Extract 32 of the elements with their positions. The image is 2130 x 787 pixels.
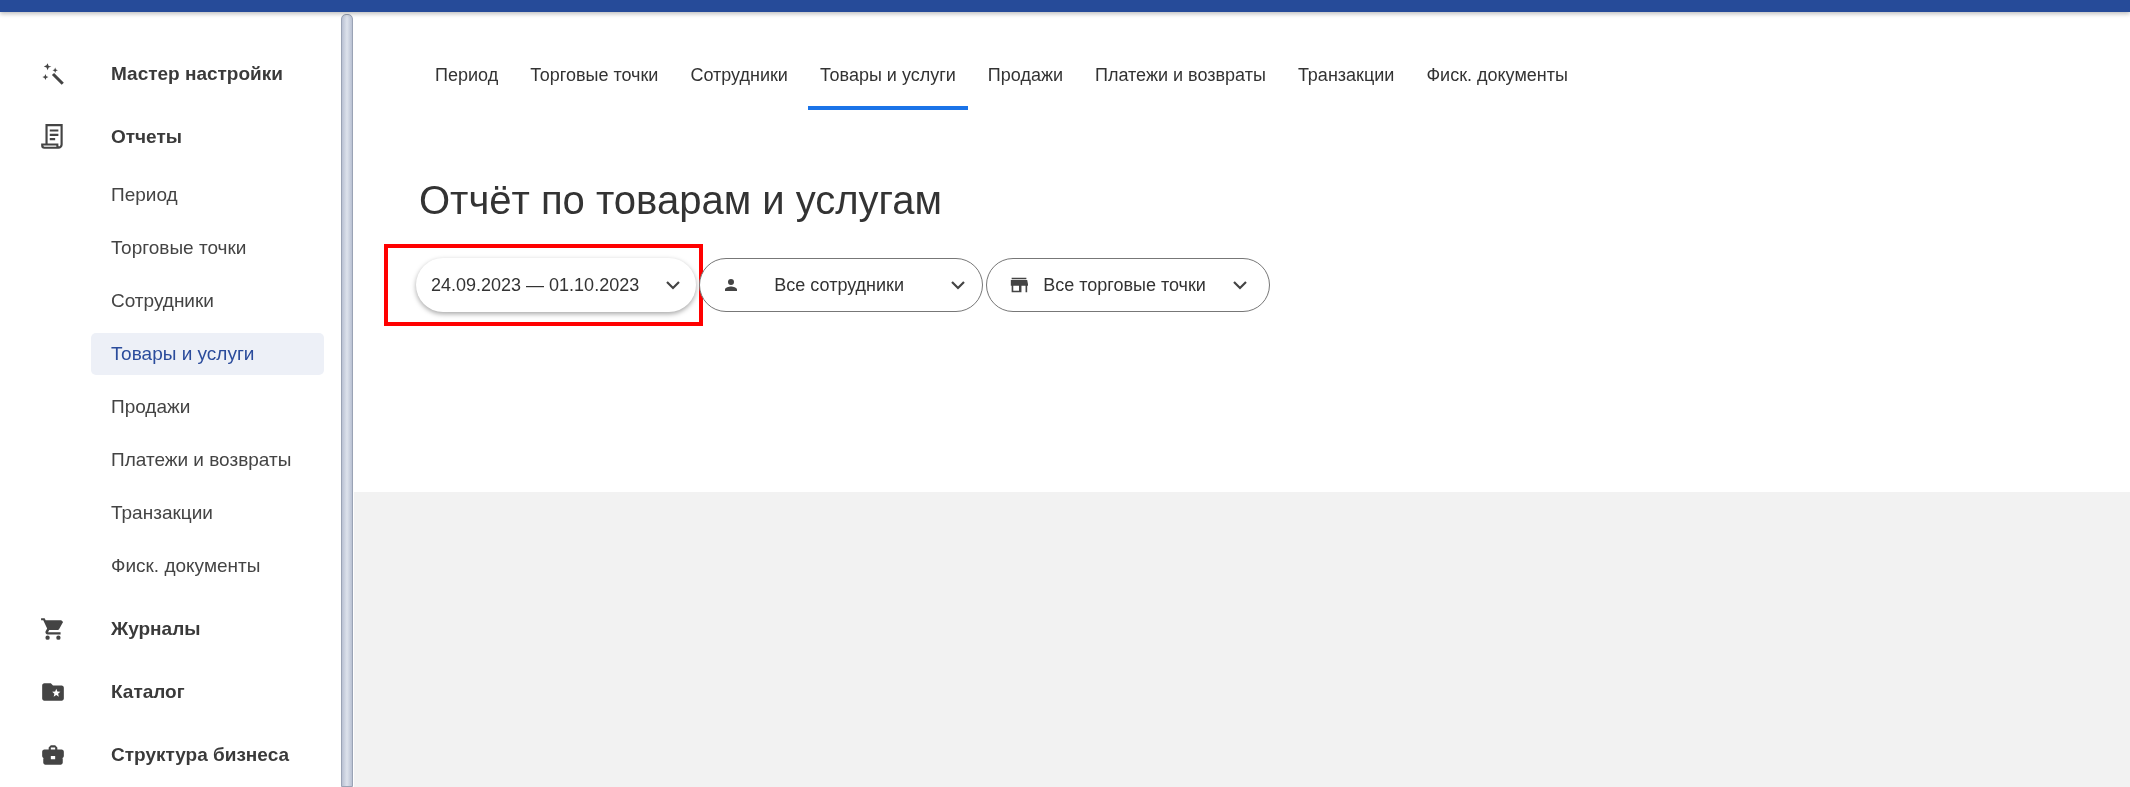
- date-range-dropdown[interactable]: 24.09.2023 — 01.10.2023: [416, 258, 697, 312]
- tab[interactable]: Транзакции: [1285, 44, 1407, 110]
- sidebar-section[interactable]: Отчеты: [0, 105, 340, 169]
- employee-dropdown[interactable]: Все сотрудники: [699, 258, 984, 312]
- tab[interactable]: Товары и услуги: [807, 44, 968, 110]
- chevron-down-icon: [665, 280, 682, 290]
- sidebar-item[interactable]: Торговые точки: [91, 227, 324, 270]
- store-dropdown[interactable]: Все торговые точки: [986, 258, 1271, 312]
- sidebar-section[interactable]: Мастер настройки: [0, 42, 340, 106]
- tab[interactable]: Продажи: [975, 44, 1075, 110]
- scrollbar[interactable]: [341, 14, 353, 787]
- tab[interactable]: Период: [423, 44, 511, 110]
- tab[interactable]: Сотрудники: [678, 44, 800, 110]
- page-title: Отчёт по товарам и услугам: [419, 177, 944, 224]
- sidebar-item[interactable]: Платежи и возвраты: [91, 439, 324, 482]
- sidebar-item[interactable]: Транзакции: [91, 492, 324, 535]
- chevron-down-icon: [1231, 280, 1248, 290]
- chevron-down-icon: [950, 280, 967, 290]
- tab[interactable]: Платежи и возвраты: [1083, 44, 1278, 110]
- tab[interactable]: Фиск. документы: [1414, 44, 1580, 110]
- receipt-icon: [39, 123, 66, 152]
- storefront-icon: [1009, 276, 1030, 294]
- cart-icon: [39, 615, 66, 642]
- tab[interactable]: Торговые точки: [518, 44, 671, 110]
- sidebar-section[interactable]: Структура бизнеса: [0, 723, 340, 787]
- sidebar-section[interactable]: Каталог: [0, 660, 340, 724]
- sidebar-item[interactable]: Фиск. документы: [91, 545, 324, 588]
- sidebar-item[interactable]: Период: [91, 174, 324, 217]
- sidebar-item[interactable]: Сотрудники: [91, 280, 324, 323]
- sidebar-item[interactable]: Продажи: [91, 386, 324, 429]
- sidebar-section[interactable]: Журналы: [0, 596, 340, 661]
- sidebar-item[interactable]: Товары и услуги: [91, 333, 324, 376]
